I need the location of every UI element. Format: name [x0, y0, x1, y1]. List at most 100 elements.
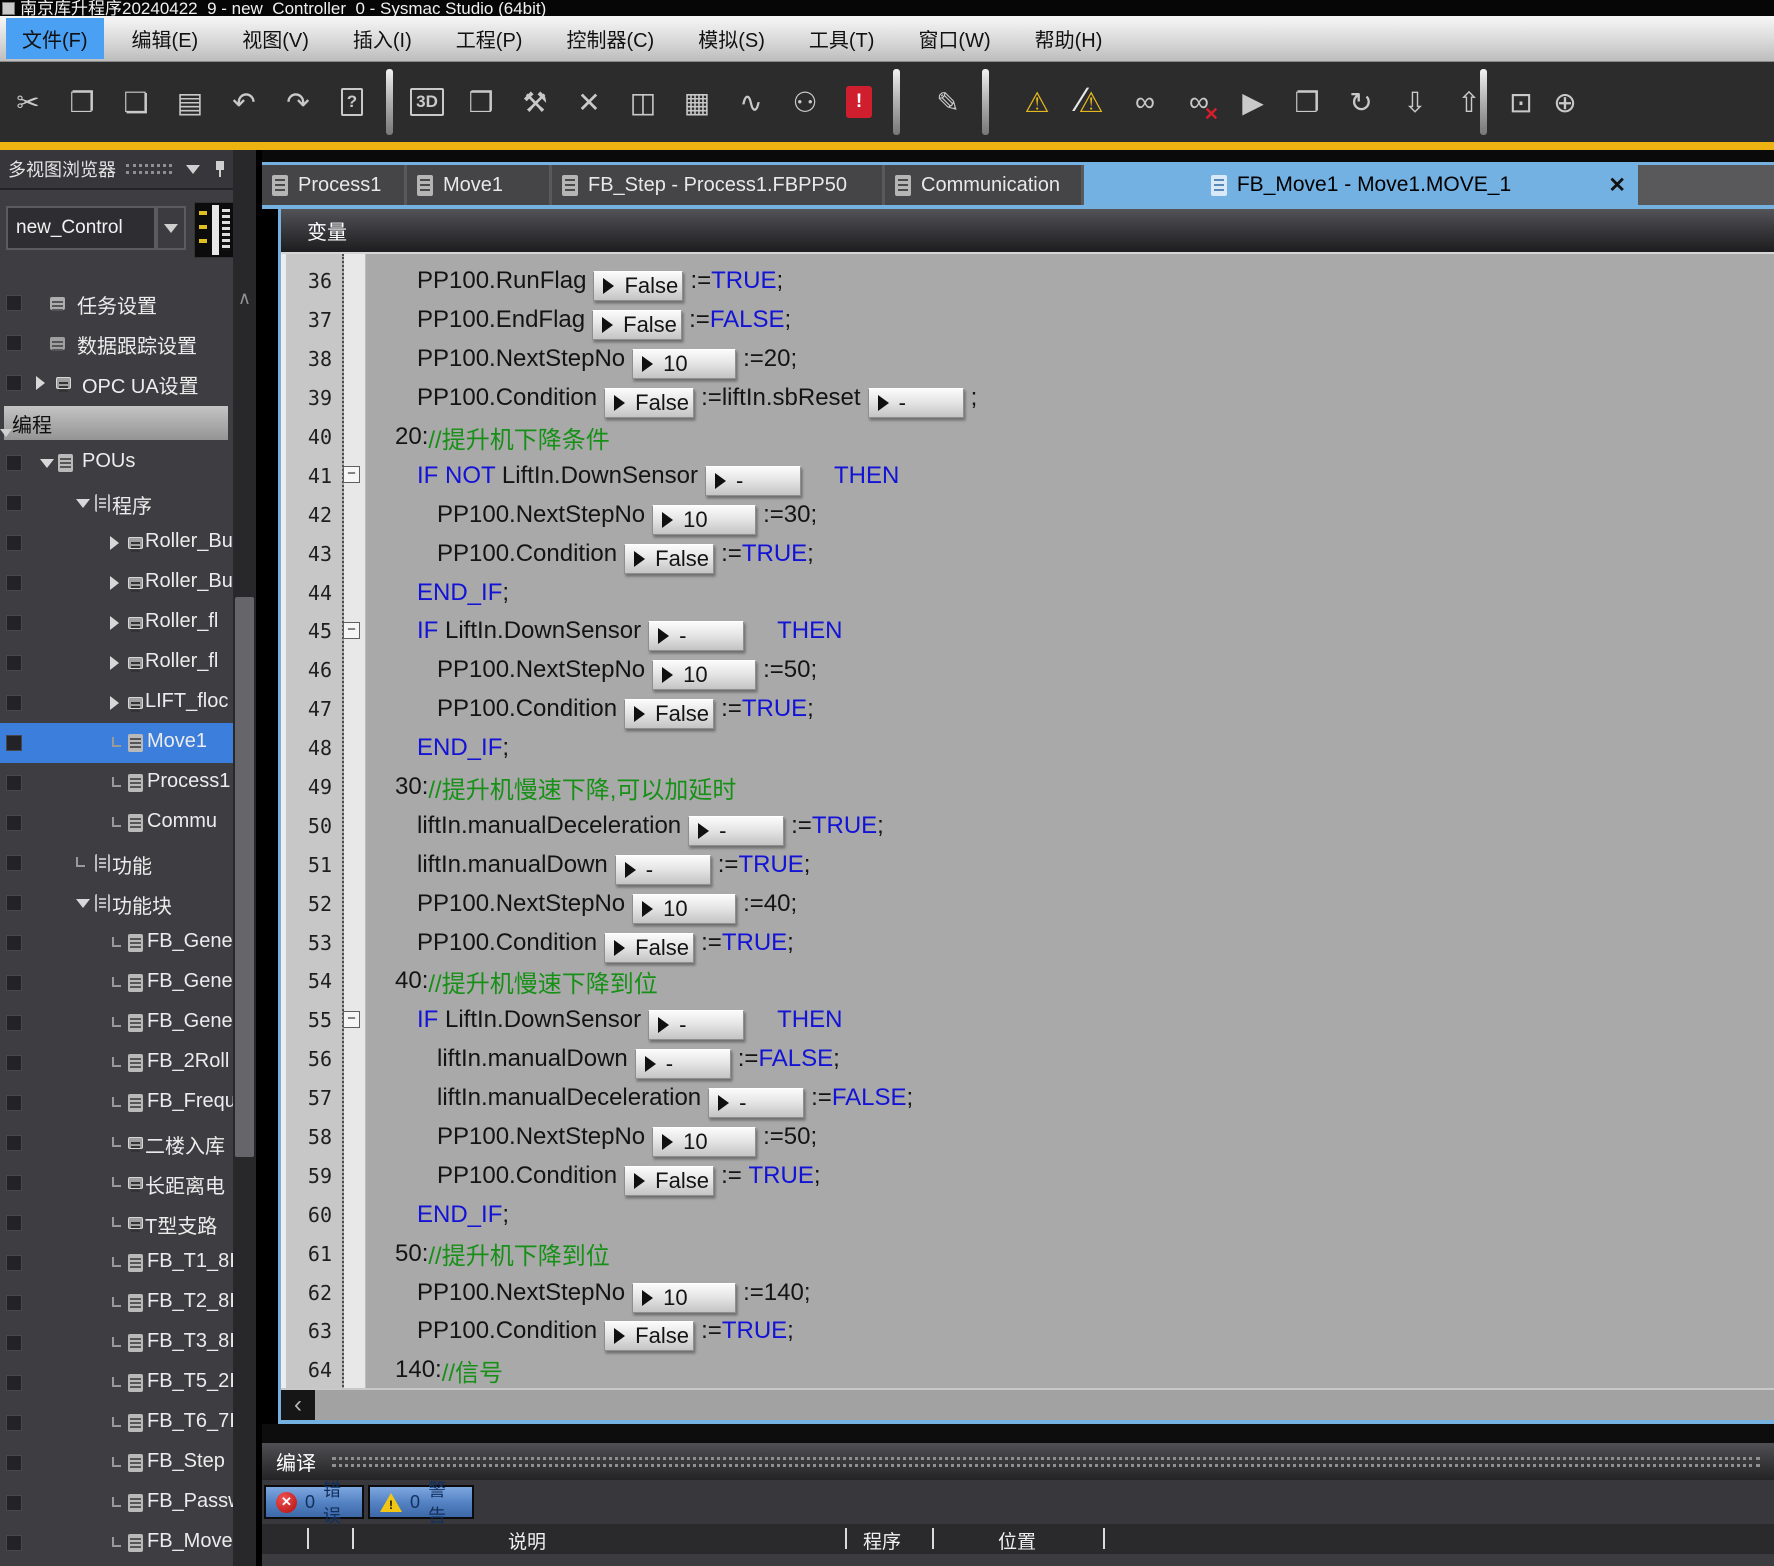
item-checkbox[interactable] [6, 1055, 22, 1071]
controller-select[interactable]: new_Control [6, 206, 156, 250]
item-checkbox[interactable] [6, 615, 22, 631]
column-separator[interactable] [307, 1528, 309, 1549]
io-map-icon[interactable]: ▦ [675, 73, 719, 131]
expander-right-icon[interactable] [110, 656, 119, 670]
window-layout-icon[interactable]: ❒ [459, 73, 503, 131]
online-value-box[interactable]: - [688, 815, 785, 846]
code-line-57[interactable]: 57 liftIn.manualDeceleration -:= FALSE; [281, 1079, 1774, 1119]
scroll-left-button[interactable]: ‹ [281, 1390, 315, 1420]
code-line-37[interactable]: 37 PP100.EndFlag False:= FALSE; [281, 301, 1774, 341]
online-value-box[interactable]: - [648, 621, 745, 652]
code-line-62[interactable]: 62 PP100.NextStepNo 10:=140; [281, 1273, 1774, 1313]
fit-window-icon[interactable]: ⊡ [1499, 73, 1543, 131]
sidebar-item-FB_T1_8I[interactable]: FB_T1_8I [0, 1243, 233, 1283]
sidebar-item-长距离电[interactable]: 长距离电 [0, 1163, 233, 1203]
copy-icon[interactable]: ❐ [60, 73, 104, 131]
menu-item-2[interactable]: 编辑(E) [116, 18, 215, 59]
tab-Process1[interactable]: Process1 [262, 165, 404, 205]
sidebar-item-Process1[interactable]: Process1 [0, 763, 233, 803]
undo-icon[interactable]: ↶ [222, 73, 266, 131]
sidebar-item-FB_Move[interactable]: FB_Move [0, 1523, 233, 1563]
data-trace-icon[interactable]: ∿ [729, 73, 773, 131]
error-list-icon[interactable]: ! [837, 73, 881, 131]
item-checkbox[interactable] [6, 575, 22, 591]
fold-collapse-icon[interactable]: − [343, 622, 360, 640]
tab-Move1[interactable]: Move1 [407, 165, 549, 205]
sidebar-item-FB_T3_8I[interactable]: FB_T3_8I [0, 1323, 233, 1363]
code-line-59[interactable]: 59 PP100.Condition False:= TRUE; [281, 1156, 1774, 1196]
item-checkbox[interactable] [6, 1255, 22, 1271]
menu-item-9[interactable]: 窗口(W) [902, 18, 1006, 59]
code-line-63[interactable]: 63 PP100.Condition False:= TRUE; [281, 1312, 1774, 1352]
sidebar-item-FB_T6_7I[interactable]: FB_T6_7I [0, 1403, 233, 1443]
warnings-filter-button[interactable]: ! 0 警告 [368, 1480, 474, 1526]
redo-icon[interactable]: ↷ [276, 73, 320, 131]
item-checkbox[interactable] [6, 495, 22, 511]
sidebar-item-FB_2Roll[interactable]: FB_2Roll [0, 1043, 233, 1083]
sidebar-item-FB_Passw[interactable]: FB_Passw [0, 1483, 233, 1523]
sidebar-item-二楼入库[interactable]: 二楼入库 [0, 1123, 233, 1163]
menu-item-6[interactable]: 控制器(C) [550, 18, 670, 59]
code-line-55[interactable]: 55− IF LiftIn.DownSensor - THEN [281, 1001, 1774, 1041]
expander-right-icon[interactable] [110, 696, 119, 710]
online-value-box[interactable]: False [604, 932, 695, 963]
cross-reference-icon[interactable]: ✕ [567, 73, 611, 131]
controller-select-dropdown-button[interactable] [156, 206, 186, 250]
online-value-box[interactable]: - [867, 388, 964, 419]
expander-down-icon[interactable] [76, 899, 90, 908]
menu-item-3[interactable]: 视图(V) [226, 18, 325, 59]
synchronize-icon[interactable]: ↻ [1339, 73, 1383, 131]
run-program-icon[interactable]: ▶ [1231, 73, 1275, 131]
item-checkbox[interactable] [6, 1135, 22, 1151]
code-line-56[interactable]: 56 liftIn.manualDown -:= FALSE; [281, 1040, 1774, 1080]
scroll-up-icon[interactable]: ∧ [233, 288, 256, 309]
item-checkbox[interactable] [6, 895, 22, 911]
item-checkbox[interactable] [6, 1375, 22, 1391]
sidebar-item-FB_T2_8I[interactable]: FB_T2_8I [0, 1283, 233, 1323]
item-checkbox[interactable] [6, 1495, 22, 1511]
help-icon[interactable]: ? [330, 73, 374, 131]
menu-item-1[interactable]: 文件(F) [6, 18, 104, 59]
sidebar-item-FB_T5_2I[interactable]: FB_T5_2I [0, 1363, 233, 1403]
column-separator[interactable] [1103, 1528, 1105, 1549]
expander-right-icon[interactable] [110, 536, 119, 550]
code-line-40[interactable]: 40 20://提升机下降条件 [281, 418, 1774, 457]
sidebar-item-Roller_Bu[interactable]: Roller_Bu [0, 563, 233, 603]
code-line-43[interactable]: 43 PP100.Condition False:= TRUE; [281, 534, 1774, 574]
online-value-box[interactable]: False [624, 699, 715, 730]
online-value-box[interactable]: False [624, 543, 715, 574]
code-line-61[interactable]: 61 50://提升机下降到位 [281, 1234, 1774, 1273]
sidebar-item-LIFT_floc[interactable]: LIFT_floc [0, 683, 233, 723]
code-line-51[interactable]: 51 liftIn.manualDown -:= TRUE; [281, 845, 1774, 885]
item-checkbox[interactable] [6, 975, 22, 991]
sidebar-item-OPC UA设置[interactable]: OPC UA设置 [0, 363, 233, 403]
code-line-64[interactable]: 64 140://信号 [281, 1351, 1774, 1388]
code-line-52[interactable]: 52 PP100.NextStepNo 10:=40; [281, 884, 1774, 924]
section-expander-icon[interactable] [0, 429, 12, 437]
zoom-in-icon[interactable]: ⊕ [1543, 73, 1587, 131]
online-value-box[interactable]: 10 [652, 660, 757, 691]
expander-right-icon[interactable] [36, 376, 45, 390]
code-line-41[interactable]: 41− IF NOT LiftIn.DownSensor - THEN [281, 456, 1774, 496]
item-checkbox[interactable] [6, 1215, 22, 1231]
item-checkbox[interactable] [6, 735, 22, 751]
chevron-down-icon[interactable] [186, 164, 201, 174]
online-value-box[interactable]: 10 [632, 893, 737, 924]
column-separator[interactable] [352, 1528, 354, 1549]
column-separator[interactable] [932, 1528, 934, 1549]
sidebar-item-Roller_fl[interactable]: Roller_fl [0, 603, 233, 643]
errors-filter-button[interactable]: ✕ 0 错误 [264, 1480, 364, 1526]
abort-build-icon[interactable]: ⚠ ∕ [1069, 73, 1113, 131]
menu-item-10[interactable]: 帮助(H) [1019, 18, 1119, 59]
item-checkbox[interactable] [6, 935, 22, 951]
sidebar-scrollbar[interactable]: ∧ [233, 150, 256, 1566]
code-line-36[interactable]: 36 PP100.RunFlag False:= TRUE; [281, 262, 1774, 302]
code-line-42[interactable]: 42 PP100.NextStepNo 10:=30; [281, 495, 1774, 535]
fold-collapse-icon[interactable]: − [343, 1010, 360, 1028]
menu-item-5[interactable]: 工程(P) [440, 18, 539, 59]
horizontal-scrollbar[interactable]: ‹ [281, 1388, 1774, 1420]
item-checkbox[interactable] [6, 1175, 22, 1191]
code-line-58[interactable]: 58 PP100.NextStepNo 10:=50; [281, 1118, 1774, 1158]
item-checkbox[interactable] [6, 335, 22, 351]
3d-view-icon[interactable]: 3D [405, 73, 449, 131]
